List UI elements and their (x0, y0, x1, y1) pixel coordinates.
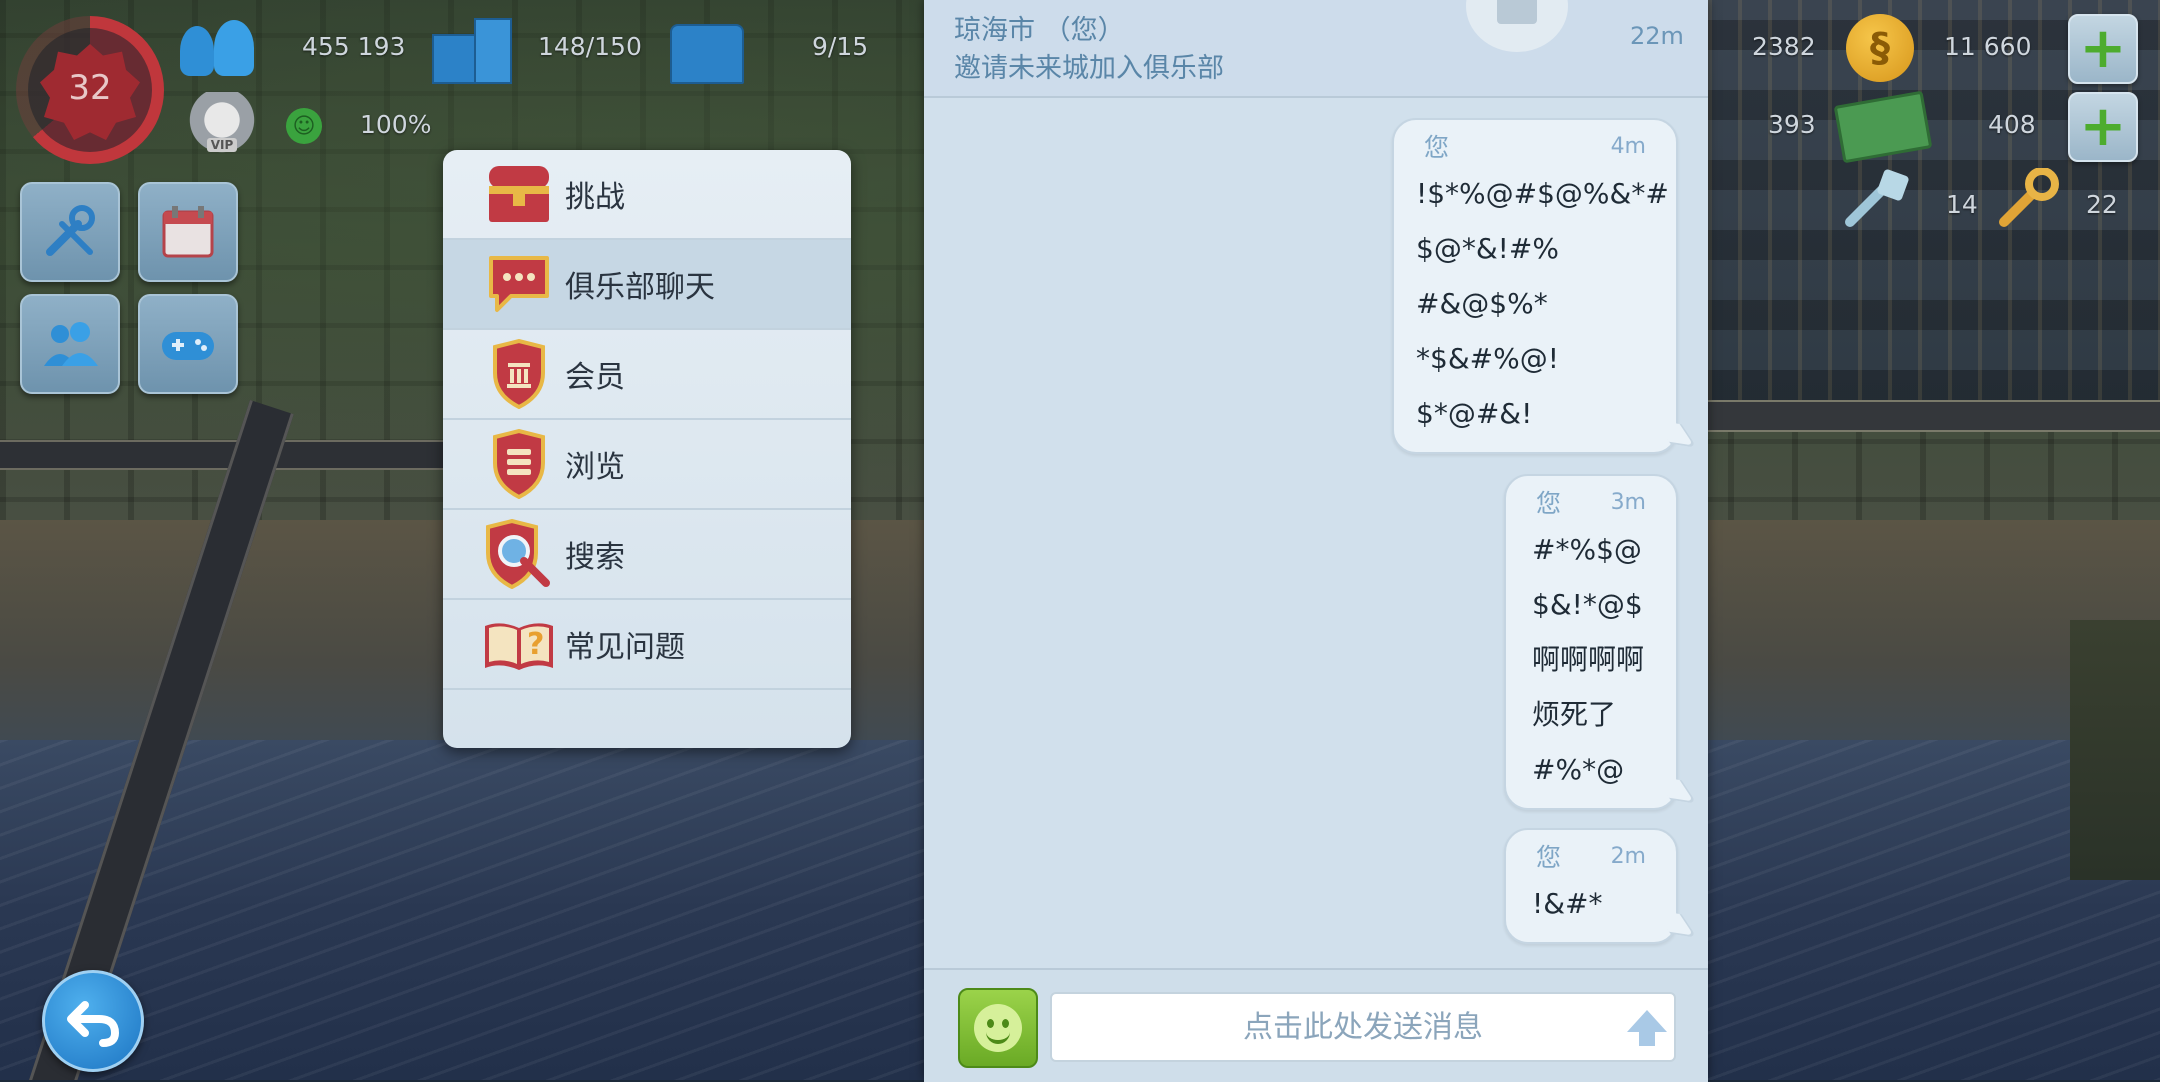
chat-message: 您 2m !&#* (1504, 828, 1678, 944)
menu-item-members[interactable]: 会员 (443, 330, 851, 420)
message-time: 2m (1610, 844, 1646, 869)
message-time: 22m (1630, 22, 1684, 50)
menu-item-label: 俱乐部聊天 (565, 270, 715, 305)
plus-icon: + (2079, 94, 2127, 159)
message-input[interactable] (1050, 992, 1676, 1062)
golden-key-icon (1999, 168, 2059, 227)
build-tools-button[interactable] (20, 182, 120, 282)
smiley-icon (974, 1004, 1022, 1052)
message-text: 邀请未来城加入俱乐部 (954, 53, 1224, 84)
message-time: 3m (1610, 490, 1646, 515)
happiness-value: 100% (360, 110, 432, 139)
message-line: $&!*@$ (1532, 588, 1643, 621)
menu-item-search[interactable]: 搜索 (443, 510, 851, 600)
chat-bubble-icon (481, 246, 557, 322)
menu-item-label: 搜索 (565, 540, 625, 575)
message-author: 您 (1424, 133, 1450, 162)
message-time: 4m (1610, 134, 1646, 159)
simcash-income-value: 393 (1768, 110, 1816, 139)
simoleons-value: 11 660 (1944, 32, 2032, 61)
pier (2070, 620, 2160, 880)
simcash-value: 408 (1988, 110, 2036, 139)
message-line: $@*&!#% (1416, 232, 1559, 265)
menu-item-faq[interactable]: ? 常见问题 (443, 600, 851, 690)
message-line: $*@#&! (1416, 397, 1533, 430)
platinum-keys-value: 14 (1946, 190, 1978, 219)
message-author: 您 (1536, 843, 1562, 872)
social-friends-button[interactable] (20, 294, 120, 394)
message-line: #*%$@ (1532, 533, 1642, 566)
games-button[interactable] (138, 294, 238, 394)
population-icon (172, 12, 262, 82)
club-menu: 挑战 俱乐部聊天 会员 浏览 搜索 ? 常见问题 (443, 150, 851, 748)
message-line: 啊啊啊啊 (1532, 643, 1645, 676)
capacity-value: 9/15 (812, 32, 869, 61)
gamepad-icon (162, 332, 214, 360)
browse-shield-icon (481, 426, 557, 502)
wrench-screwdriver-icon (46, 205, 95, 256)
send-arrow-icon (1627, 1010, 1667, 1046)
menu-item-challenge[interactable]: 挑战 (443, 150, 851, 240)
vip-crown-icon[interactable]: VIP (182, 92, 262, 162)
storage-icon (428, 10, 518, 86)
capacity-icon (660, 10, 750, 86)
menu-item-label: 挑战 (565, 180, 625, 215)
chat-previous-message: 琼海市 （您） 邀请未来城加入俱乐部 22m (924, 0, 1708, 98)
events-calendar-button[interactable] (138, 182, 238, 282)
golden-keys-value: 22 (2086, 190, 2118, 219)
message-line: #&@$%* (1416, 287, 1548, 320)
club-chat-panel: 琼海市 （您） 邀请未来城加入俱乐部 22m 您 4m !$*%@#$@%&*#… (924, 0, 1708, 1082)
svg-text:?: ? (527, 627, 544, 662)
plus-icon: + (2079, 16, 2127, 81)
treasure-chest-icon (481, 156, 557, 232)
message-line: #%*@ (1532, 753, 1625, 786)
population-value: 455 193 (302, 32, 406, 61)
club-avatar-icon (1466, 0, 1568, 52)
menu-item-browse[interactable]: 浏览 (443, 420, 851, 510)
search-shield-icon (481, 516, 557, 592)
level-number: 32 (68, 68, 112, 108)
simoleons-income-value: 2382 (1752, 32, 1816, 61)
message-line: 烦死了 (1532, 698, 1617, 731)
happiness-icon: ☺ (286, 108, 322, 144)
platinum-key-icon (1845, 169, 1909, 227)
simoleon-coin-icon: § (1846, 14, 1914, 82)
chat-message: 您 4m !$*%@#$@%&*# $@*&!#% #&@$%* *$&#%@!… (1392, 118, 1678, 454)
message-author: 琼海市 （您） (954, 15, 1125, 46)
message-line: *$&#%@! (1416, 342, 1559, 375)
faq-book-icon: ? (481, 606, 557, 682)
menu-item-label: 浏览 (565, 450, 625, 485)
send-button[interactable] (1624, 1006, 1670, 1050)
calendar-icon (162, 206, 214, 258)
chat-message: 您 3m #*%$@ $&!*@$ 啊啊啊啊 烦死了 #%*@ (1504, 474, 1678, 810)
member-shield-icon (481, 336, 557, 412)
friends-icon (44, 322, 98, 366)
menu-item-label: 会员 (565, 360, 625, 395)
back-button[interactable] (42, 970, 144, 1072)
menu-item-club-chat[interactable]: 俱乐部聊天 (443, 240, 851, 330)
add-simoleons-button[interactable]: + (2068, 14, 2138, 84)
add-simcash-button[interactable]: + (2068, 92, 2138, 162)
message-line: !$*%@#$@%&*# (1416, 177, 1669, 210)
message-author: 您 (1536, 489, 1562, 518)
message-line: !&#* (1532, 887, 1603, 920)
back-arrow-icon (67, 1001, 120, 1047)
menu-item-label: 常见问题 (565, 630, 685, 665)
emoji-button[interactable] (958, 988, 1038, 1068)
storage-value: 148/150 (538, 32, 642, 61)
message-composer (924, 968, 1708, 1082)
road-right (1700, 400, 2160, 432)
